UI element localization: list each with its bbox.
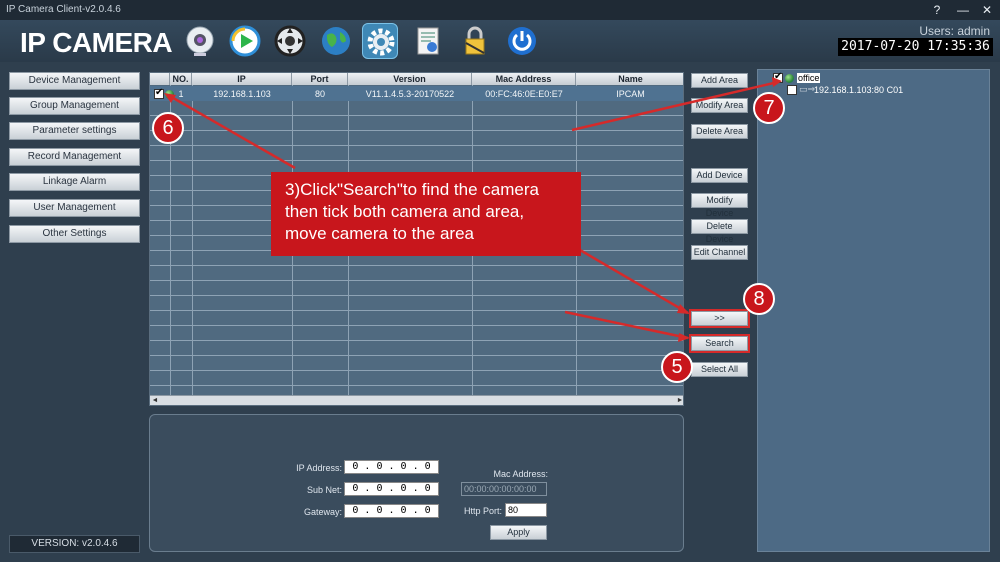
- cell-port: 80: [314, 89, 325, 99]
- column-header-name[interactable]: Name: [576, 73, 683, 85]
- column-header-ip[interactable]: IP: [192, 73, 292, 85]
- subnet-field[interactable]: 0 . 0 . 0 . 0: [344, 482, 439, 496]
- cell-ip: 192.168.1.103: [213, 89, 271, 99]
- ptz-control-icon[interactable]: [272, 23, 308, 59]
- step-badge-7: 7: [753, 92, 785, 124]
- cell-version: V11.1.4.5.3-20170522: [365, 89, 455, 99]
- delete-area-button[interactable]: Delete Area: [691, 124, 748, 139]
- cell-no: 1: [178, 89, 184, 99]
- sidebar-item-group-management[interactable]: Group Management: [9, 97, 140, 115]
- add-area-button[interactable]: Add Area: [691, 73, 748, 88]
- sidebar-item-user-management[interactable]: User Management: [9, 199, 140, 217]
- sidebar-item-record-management[interactable]: Record Management: [9, 148, 140, 166]
- ip-address-label: IP Address:: [296, 463, 342, 473]
- tree-node-camera[interactable]: 192.168.1.103:80 C01: [814, 85, 903, 95]
- gear-icon[interactable]: [362, 23, 398, 59]
- scroll-right-icon[interactable]: ►: [675, 396, 683, 405]
- column-header-port[interactable]: Port: [292, 73, 348, 85]
- sidebar-item-device-management[interactable]: Device Management: [9, 72, 140, 90]
- window-title: IP Camera Client-v2.0.4.6: [6, 4, 121, 15]
- area-globe-icon: [785, 74, 794, 83]
- camera-checkbox[interactable]: [787, 85, 797, 95]
- search-button[interactable]: Search: [689, 334, 750, 353]
- http-port-field[interactable]: 80: [505, 503, 547, 517]
- http-port-label: Http Port:: [463, 506, 502, 516]
- app-logo: IP CAMERA: [20, 27, 173, 58]
- scroll-left-icon[interactable]: ◄: [150, 396, 160, 405]
- add-device-button[interactable]: Add Device: [691, 168, 748, 183]
- column-header-mac[interactable]: Mac Address: [472, 73, 576, 85]
- device-detail-panel: IP Address: 0 . 0 . 0 . 0 Sub Net: 0 . 0…: [149, 414, 684, 552]
- callout-line-3: move camera to the area: [285, 224, 474, 243]
- sidebar-item-other-settings[interactable]: Other Settings: [9, 225, 140, 243]
- playback-icon[interactable]: [227, 23, 263, 59]
- close-button[interactable]: ✕: [978, 2, 996, 18]
- device-row-checkbox[interactable]: [154, 87, 164, 99]
- step-badge-6: 6: [152, 112, 184, 144]
- modify-area-button[interactable]: Modify Area: [691, 98, 748, 113]
- column-header-no[interactable]: NO.: [170, 73, 192, 85]
- modify-device-button[interactable]: Modify Device: [691, 193, 748, 218]
- table-header: NO. IP Port Version Mac Address Name: [150, 73, 683, 85]
- title-bar: IP Camera Client-v2.0.4.6 ? — ✕: [0, 0, 1000, 20]
- delete-device-button[interactable]: Delete Device: [691, 219, 748, 244]
- callout-line-1: 3)Click"Search"to find the camera: [285, 180, 539, 199]
- select-all-button[interactable]: Select All: [691, 362, 748, 377]
- column-header-check: [150, 73, 170, 85]
- tree-node-office[interactable]: office: [797, 73, 821, 83]
- help-button[interactable]: ?: [928, 2, 946, 18]
- edit-channel-button[interactable]: Edit Channel: [691, 245, 748, 260]
- area-tree: office ▭⇒ 192.168.1.103:80 C01: [757, 69, 990, 552]
- sidebar-item-parameter-settings[interactable]: Parameter settings: [9, 122, 140, 140]
- step-badge-8: 8: [743, 283, 775, 315]
- step-badge-5: 5: [661, 351, 693, 383]
- callout-line-2: then tick both camera and area,: [285, 202, 525, 221]
- power-icon[interactable]: [504, 23, 540, 59]
- app-header: IP CAMERA Users: admin 2017-07-20 17:35:…: [0, 20, 1000, 62]
- sidebar-item-linkage-alarm[interactable]: Linkage Alarm: [9, 173, 140, 191]
- camera-link-icon: ▭⇒: [799, 84, 816, 94]
- mac-address-field[interactable]: 00:00:00:00:00:00: [461, 482, 547, 496]
- cell-mac: 00:FC:46:0E:E0:E7: [485, 89, 563, 99]
- instruction-callout: 3)Click"Search"to find the camera then t…: [271, 172, 581, 256]
- version-label: VERSION: v2.0.4.6: [9, 535, 140, 553]
- column-header-version[interactable]: Version: [348, 73, 472, 85]
- subnet-label: Sub Net:: [306, 485, 342, 495]
- area-checkbox[interactable]: [773, 71, 783, 83]
- ip-address-field[interactable]: 0 . 0 . 0 . 0: [344, 460, 439, 474]
- horizontal-scrollbar[interactable]: ◄ ►: [150, 395, 683, 405]
- gateway-field[interactable]: 0 . 0 . 0 . 0: [344, 504, 439, 518]
- clock-display: 2017-07-20 17:35:36: [838, 38, 993, 56]
- move-to-area-button[interactable]: >>: [689, 309, 750, 328]
- minimize-button[interactable]: —: [954, 2, 972, 18]
- mac-address-label: Mac Address:: [493, 469, 548, 479]
- webcam-icon[interactable]: [182, 23, 218, 59]
- cell-name: IPCAM: [616, 89, 645, 99]
- gateway-label: Gateway:: [303, 507, 342, 517]
- apply-button[interactable]: Apply: [490, 525, 547, 540]
- sidebar: Device Management Group Management Param…: [0, 62, 148, 562]
- document-icon[interactable]: [410, 23, 446, 59]
- globe-icon[interactable]: [318, 23, 354, 59]
- current-user: Users: admin: [919, 24, 990, 38]
- lock-icon[interactable]: [457, 23, 493, 59]
